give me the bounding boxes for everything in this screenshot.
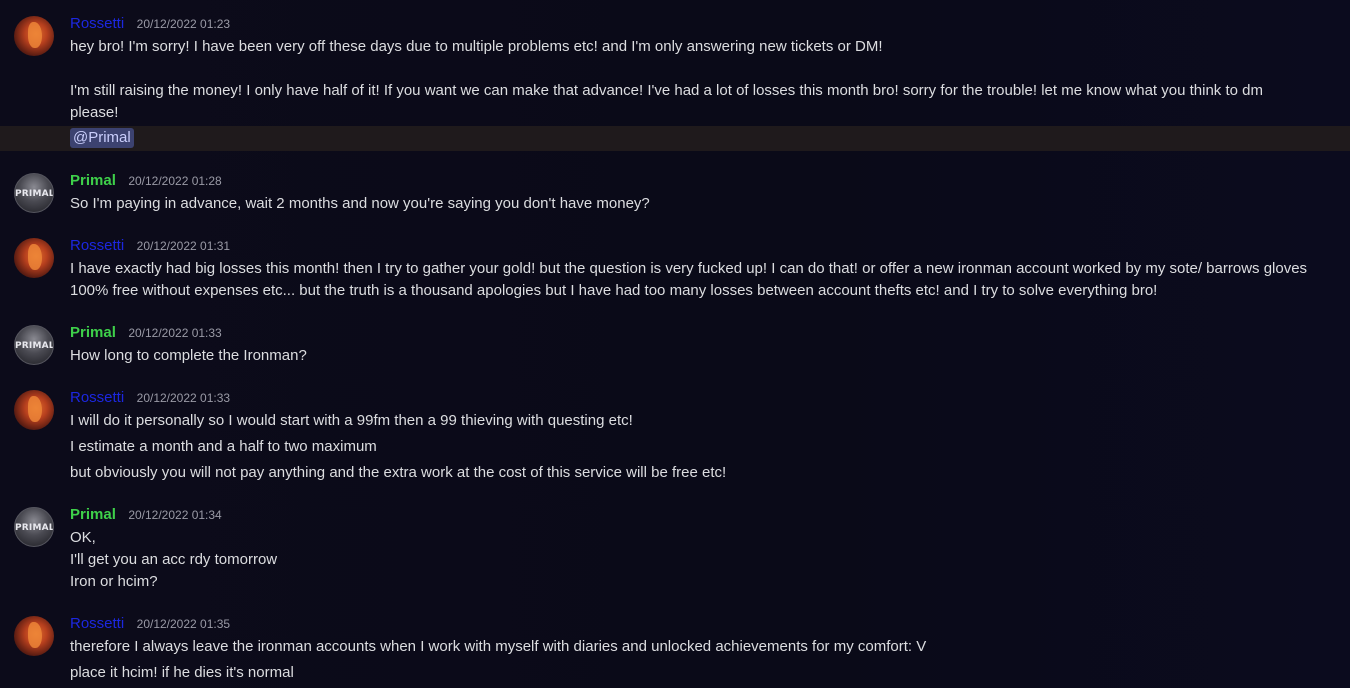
mention-highlight-row bbox=[0, 126, 1350, 151]
message-text: I'll get you an acc rdy tomorrow bbox=[70, 551, 278, 568]
timestamp: 20/12/2022 01:28 bbox=[128, 174, 222, 188]
user-mention[interactable]: @Primal bbox=[70, 128, 134, 148]
username[interactable]: Rossetti bbox=[70, 389, 124, 406]
message-header: Primal 20/12/2022 01:34 bbox=[70, 506, 222, 526]
message-text: How long to complete the Ironman? bbox=[70, 347, 307, 364]
message-header: Primal 20/12/2022 01:33 bbox=[70, 324, 222, 344]
avatar-logo-text: PRIMAL bbox=[15, 189, 54, 199]
avatar-primal[interactable]: PRIMAL bbox=[14, 173, 54, 213]
message-header: Rossetti 20/12/2022 01:31 bbox=[70, 237, 230, 257]
message-text: therefore I always leave the ironman acc… bbox=[70, 638, 927, 655]
timestamp: 20/12/2022 01:23 bbox=[136, 17, 231, 31]
message-text: So I'm paying in advance, wait 2 months … bbox=[70, 195, 650, 212]
message-text: I estimate a month and a half to two max… bbox=[70, 438, 377, 455]
username[interactable]: Rossetti bbox=[70, 237, 124, 254]
avatar-rossetti[interactable] bbox=[14, 616, 54, 656]
avatar-rossetti[interactable] bbox=[14, 238, 54, 278]
message-text: I have exactly had big losses this month… bbox=[70, 260, 1308, 299]
timestamp: 20/12/2022 01:31 bbox=[136, 239, 231, 253]
username[interactable]: Primal bbox=[70, 506, 116, 523]
message-text: hey bro! I'm sorry! I have been very off… bbox=[70, 38, 883, 55]
timestamp: 20/12/2022 01:33 bbox=[128, 326, 222, 340]
timestamp: 20/12/2022 01:34 bbox=[128, 508, 222, 522]
message-header: Rossetti 20/12/2022 01:23 bbox=[70, 15, 230, 35]
avatar-logo-text: PRIMAL bbox=[15, 341, 54, 351]
message-text: OK, bbox=[70, 529, 96, 546]
message-text: Iron or hcim? bbox=[70, 573, 158, 590]
message-text: place it hcim! if he dies it's normal bbox=[70, 664, 294, 681]
avatar-rossetti[interactable] bbox=[14, 390, 54, 430]
message-text: but obviously you will not pay anything … bbox=[70, 464, 727, 481]
chat-log: Rossetti 20/12/2022 01:23 hey bro! I'm s… bbox=[0, 0, 1350, 688]
avatar-rossetti[interactable] bbox=[14, 16, 54, 56]
message-header: Rossetti 20/12/2022 01:35 bbox=[70, 615, 230, 635]
username[interactable]: Rossetti bbox=[70, 615, 124, 632]
avatar-primal[interactable]: PRIMAL bbox=[14, 325, 54, 365]
username[interactable]: Primal bbox=[70, 172, 116, 189]
message-header: Rossetti 20/12/2022 01:33 bbox=[70, 389, 230, 409]
message-text: I'm still raising the money! I only have… bbox=[70, 82, 1263, 121]
username[interactable]: Rossetti bbox=[70, 15, 124, 32]
avatar-primal[interactable]: PRIMAL bbox=[14, 507, 54, 547]
message-header: Primal 20/12/2022 01:28 bbox=[70, 172, 222, 192]
avatar-logo-text: PRIMAL bbox=[15, 523, 54, 533]
username[interactable]: Primal bbox=[70, 324, 116, 341]
timestamp: 20/12/2022 01:33 bbox=[136, 391, 231, 405]
message-text: I will do it personally so I would start… bbox=[70, 412, 633, 429]
timestamp: 20/12/2022 01:35 bbox=[136, 617, 231, 631]
